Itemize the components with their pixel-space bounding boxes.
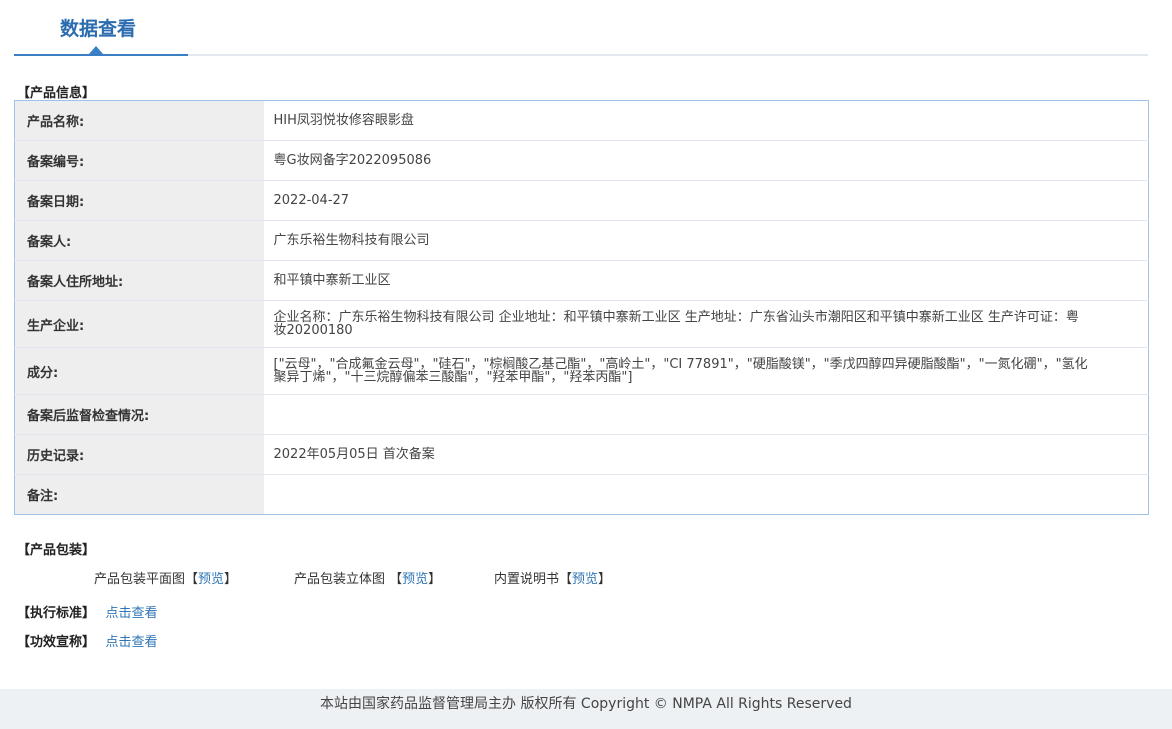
package-plan-preview-link[interactable]: 预览 xyxy=(198,572,224,587)
package-plan-item: 产品包装平面图【预览】 xyxy=(94,572,238,587)
table-row: 成分: ["云母"，"合成氟金云母"，"硅石"，"棕榈酸乙基己酯"，"高岭土"，… xyxy=(14,347,1149,395)
table-row: 生产企业: 企业名称：广东乐裕生物科技有限公司 企业地址：和平镇中寨新工业区 生… xyxy=(14,300,1149,348)
row-label: 历史记录: xyxy=(14,434,264,475)
row-value: ["云母"，"合成氟金云母"，"硅石"，"棕榈酸乙基己酯"，"高岭土"，"CI … xyxy=(263,347,1149,395)
package-plan-label: 产品包装平面图 xyxy=(94,572,186,587)
efficacy-view-link[interactable]: 点击查看 xyxy=(106,635,158,650)
row-label: 备案日期: xyxy=(14,180,264,221)
product-info-table: 产品名称: HIH凤羽悦妆修容眼影盘 备案编号: 粤G妆网备字202209508… xyxy=(14,100,1149,515)
standard-view-link[interactable]: 点击查看 xyxy=(106,606,158,621)
efficacy-row: 【功效宣称】 点击查看 xyxy=(17,631,158,650)
table-row: 备案人住所地址: 和平镇中寨新工业区 xyxy=(14,260,1149,301)
package-3d-preview-link[interactable]: 预览 xyxy=(402,572,428,587)
row-value: HIH凤羽悦妆修容眼影盘 xyxy=(273,113,414,128)
package-3d-item: 产品包装立体图 【预览】 xyxy=(294,572,442,587)
row-label: 生产企业: xyxy=(14,300,264,348)
tab-title: 数据查看 xyxy=(60,18,137,40)
row-value: 2022-04-27 xyxy=(263,180,1149,221)
footer: 本站由国家药品监督管理局主办 版权所有 Copyright © NMPA All… xyxy=(0,689,1172,729)
row-label: 备案人: xyxy=(14,220,264,261)
table-row: 备案后监督检查情况: xyxy=(14,394,1149,435)
manual-item: 内置说明书【预览】 xyxy=(494,572,612,587)
row-label: 备案人住所地址: xyxy=(14,260,264,301)
row-value: 企业名称：广东乐裕生物科技有限公司 企业地址：和平镇中寨新工业区 生产地址：广东… xyxy=(263,300,1149,348)
row-value xyxy=(263,394,1149,435)
manual-preview-link[interactable]: 预览 xyxy=(572,572,598,587)
row-value: 和平镇中寨新工业区 xyxy=(263,260,1149,301)
row-label: 备案编号: xyxy=(14,140,264,181)
row-label: 备注: xyxy=(14,474,264,515)
table-row: 备注: xyxy=(14,474,1149,515)
package-3d-label: 产品包装立体图 xyxy=(294,572,390,587)
manual-label: 内置说明书 xyxy=(494,572,560,587)
row-value: 广东乐裕生物科技有限公司 xyxy=(263,220,1149,261)
packaging-heading: 【产品包装】 xyxy=(17,543,96,558)
table-row: 备案人: 广东乐裕生物科技有限公司 xyxy=(14,220,1149,261)
product-info-heading: 【产品信息】 xyxy=(17,86,96,101)
footer-text: 本站由国家药品监督管理局主办 版权所有 Copyright © NMPA All… xyxy=(320,696,852,712)
row-value: 2022年05月05日 首次备案 xyxy=(263,434,1149,475)
row-value xyxy=(263,474,1149,515)
standard-heading: 【执行标准】 xyxy=(17,606,96,621)
row-label: 产品名称: xyxy=(14,100,264,141)
efficacy-heading: 【功效宣称】 xyxy=(17,635,96,650)
tab-caret-icon xyxy=(89,46,103,54)
row-value: 粤G妆网备字2022095086 xyxy=(263,140,1149,181)
table-row: 备案日期: 2022-04-27 xyxy=(14,180,1149,221)
tab-bar: 数据查看 xyxy=(14,0,1148,56)
row-label: 成分: xyxy=(14,347,264,395)
tab-data-view[interactable]: 数据查看 xyxy=(14,0,188,56)
standard-row: 【执行标准】 点击查看 xyxy=(17,602,158,621)
table-row: 历史记录: 2022年05月05日 首次备案 xyxy=(14,434,1149,475)
row-label: 备案后监督检查情况: xyxy=(14,394,264,435)
table-row: 备案编号: 粤G妆网备字2022095086 xyxy=(14,140,1149,181)
table-row: 产品名称: HIH凤羽悦妆修容眼影盘 xyxy=(14,100,1149,141)
